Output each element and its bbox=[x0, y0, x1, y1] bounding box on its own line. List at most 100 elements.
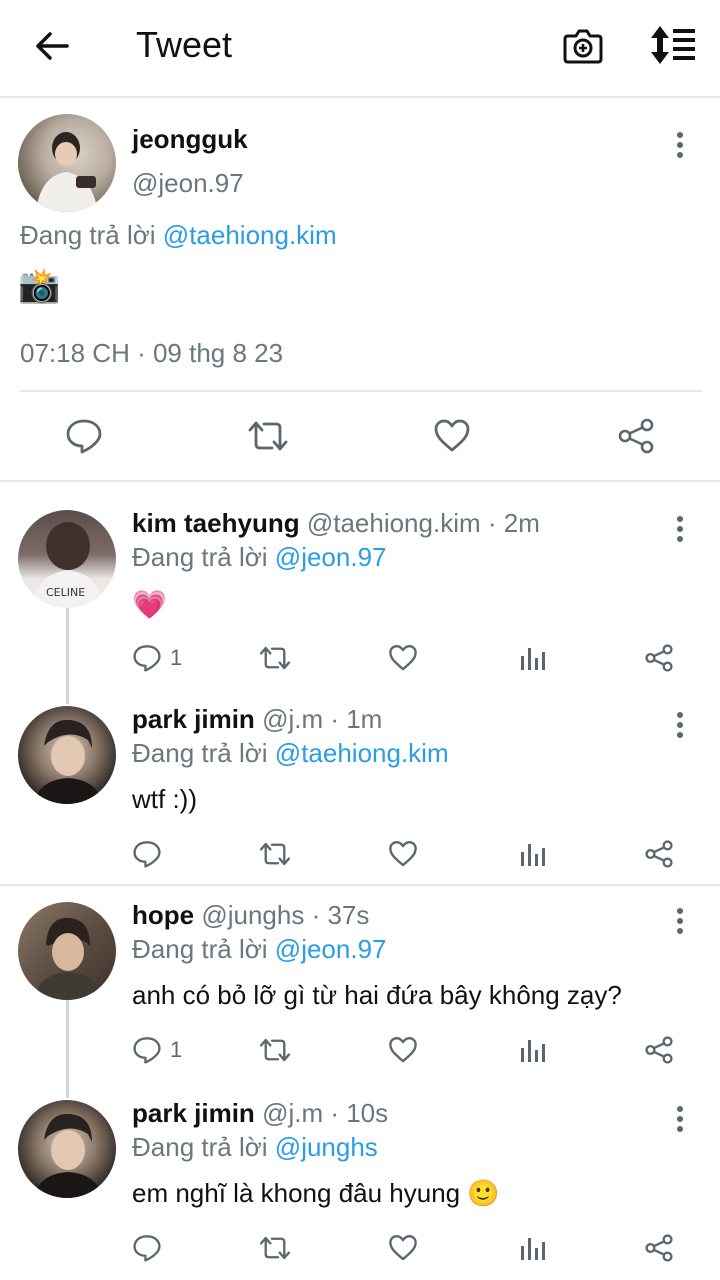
replying-to-label: Đang trả lời bbox=[132, 738, 268, 768]
share-icon bbox=[645, 644, 673, 672]
tweet-actions: 1 bbox=[0, 644, 720, 684]
reply-button[interactable]: 1 bbox=[132, 1036, 182, 1064]
author-meta: @j.m · 10s bbox=[262, 1098, 389, 1128]
reply-icon bbox=[133, 1235, 161, 1262]
tweet-text: wtf :)) bbox=[132, 784, 197, 814]
retweet-icon bbox=[259, 646, 291, 670]
replying-to-link[interactable]: @junghs bbox=[275, 1132, 378, 1162]
replying-to-label: Đang trả lời bbox=[20, 220, 156, 250]
camera-add-icon[interactable] bbox=[562, 24, 608, 70]
tweet-actions bbox=[0, 1234, 720, 1274]
reply-button[interactable] bbox=[132, 840, 170, 868]
heart-icon bbox=[389, 1234, 417, 1261]
like-button[interactable] bbox=[388, 1234, 418, 1262]
like-button[interactable] bbox=[388, 1036, 418, 1064]
like-button[interactable] bbox=[432, 416, 472, 456]
retweet-icon bbox=[259, 1038, 291, 1062]
share-button[interactable] bbox=[644, 840, 674, 868]
reply-header: kim taehyung @taehiong.kim · 2m bbox=[132, 508, 540, 539]
retweet-button[interactable] bbox=[258, 1036, 292, 1064]
heart-icon bbox=[389, 644, 417, 671]
replying-to-link[interactable]: @jeon.97 bbox=[275, 934, 387, 964]
sort-list-icon[interactable] bbox=[648, 24, 700, 70]
replying-to-label: Đang trả lời bbox=[132, 542, 268, 572]
more-options-icon[interactable] bbox=[670, 512, 690, 546]
author-meta: @junghs · 37s bbox=[201, 900, 370, 930]
avatar[interactable] bbox=[18, 902, 116, 1000]
analytics-button[interactable] bbox=[518, 840, 546, 868]
like-button[interactable] bbox=[388, 840, 418, 868]
reply-icon bbox=[133, 1037, 161, 1064]
retweet-button[interactable] bbox=[246, 416, 290, 456]
tweet-text: 📸 bbox=[18, 267, 61, 305]
author-name[interactable]: park jimin bbox=[132, 704, 255, 734]
tweet-actions bbox=[0, 400, 720, 480]
page-title: Tweet bbox=[136, 24, 233, 65]
analytics-icon bbox=[521, 648, 545, 670]
analytics-icon bbox=[521, 1040, 545, 1062]
share-icon bbox=[645, 840, 673, 868]
tweet-text: em nghĩ là khong đâu hyung 🙂 bbox=[132, 1178, 500, 1208]
reply-icon bbox=[66, 419, 102, 454]
replying-to-label: Đang trả lời bbox=[132, 934, 268, 964]
more-options-icon[interactable] bbox=[670, 1102, 690, 1136]
reply-header: hope @junghs · 37s bbox=[132, 900, 369, 931]
share-icon bbox=[645, 1036, 673, 1064]
reply-header: park jimin @j.m · 1m bbox=[132, 704, 382, 735]
analytics-button[interactable] bbox=[518, 1234, 546, 1262]
heart-icon bbox=[389, 840, 417, 867]
replying-to-link[interactable]: @jeon.97 bbox=[275, 542, 387, 572]
replying-to: Đang trả lời @taehiong.kim bbox=[20, 220, 337, 251]
analytics-icon bbox=[521, 844, 545, 866]
heart-icon bbox=[389, 1036, 417, 1063]
top-app-bar: Tweet bbox=[0, 0, 720, 98]
replying-to: Đang trả lời @jeon.97 bbox=[132, 542, 387, 573]
replying-to-link[interactable]: @taehiong.kim bbox=[163, 220, 337, 250]
retweet-button[interactable] bbox=[258, 644, 292, 672]
tweet-text: anh có bỏ lỡ gì từ hai đứa bây không zạy… bbox=[132, 980, 622, 1010]
avatar[interactable]: CELINE bbox=[18, 510, 116, 608]
author-meta: @taehiong.kim · 2m bbox=[306, 508, 540, 538]
author-handle: @jeon.97 bbox=[132, 168, 244, 198]
reply-button[interactable] bbox=[132, 1234, 170, 1262]
arrow-left-icon[interactable] bbox=[30, 26, 74, 66]
share-button[interactable] bbox=[644, 644, 674, 672]
avatar[interactable] bbox=[18, 114, 116, 212]
share-button[interactable] bbox=[644, 1234, 674, 1262]
divider bbox=[0, 884, 720, 886]
avatar[interactable] bbox=[18, 1100, 116, 1198]
author-meta: @j.m · 1m bbox=[262, 704, 383, 734]
author-name[interactable]: jeongguk bbox=[132, 124, 248, 155]
reply-header: park jimin @j.m · 10s bbox=[132, 1098, 388, 1129]
retweet-icon bbox=[259, 1236, 291, 1260]
reply-button[interactable] bbox=[64, 416, 104, 456]
divider bbox=[20, 390, 702, 392]
avatar[interactable] bbox=[18, 706, 116, 804]
reply-count: 1 bbox=[170, 645, 183, 670]
reply-button[interactable]: 1 bbox=[132, 644, 182, 672]
more-options-icon[interactable] bbox=[670, 128, 690, 162]
share-icon bbox=[618, 418, 654, 454]
more-options-icon[interactable] bbox=[670, 708, 690, 742]
analytics-button[interactable] bbox=[518, 644, 546, 672]
share-icon bbox=[645, 1234, 673, 1262]
replying-to-label: Đang trả lời bbox=[132, 1132, 268, 1162]
reply-icon bbox=[133, 841, 161, 868]
share-button[interactable] bbox=[616, 416, 656, 456]
more-options-icon[interactable] bbox=[670, 904, 690, 938]
like-button[interactable] bbox=[388, 644, 418, 672]
reply-count: 1 bbox=[170, 1037, 183, 1062]
retweet-icon bbox=[248, 421, 288, 451]
author-name[interactable]: hope bbox=[132, 900, 194, 930]
author-name[interactable]: park jimin bbox=[132, 1098, 255, 1128]
replying-to: Đang trả lời @jeon.97 bbox=[132, 934, 387, 965]
heart-icon bbox=[434, 419, 470, 452]
replying-to-link[interactable]: @taehiong.kim bbox=[275, 738, 449, 768]
replying-to: Đang trả lời @taehiong.kim bbox=[132, 738, 449, 769]
author-name[interactable]: kim taehyung bbox=[132, 508, 300, 538]
retweet-button[interactable] bbox=[258, 840, 292, 868]
retweet-icon bbox=[259, 842, 291, 866]
share-button[interactable] bbox=[644, 1036, 674, 1064]
analytics-button[interactable] bbox=[518, 1036, 546, 1064]
retweet-button[interactable] bbox=[258, 1234, 292, 1262]
